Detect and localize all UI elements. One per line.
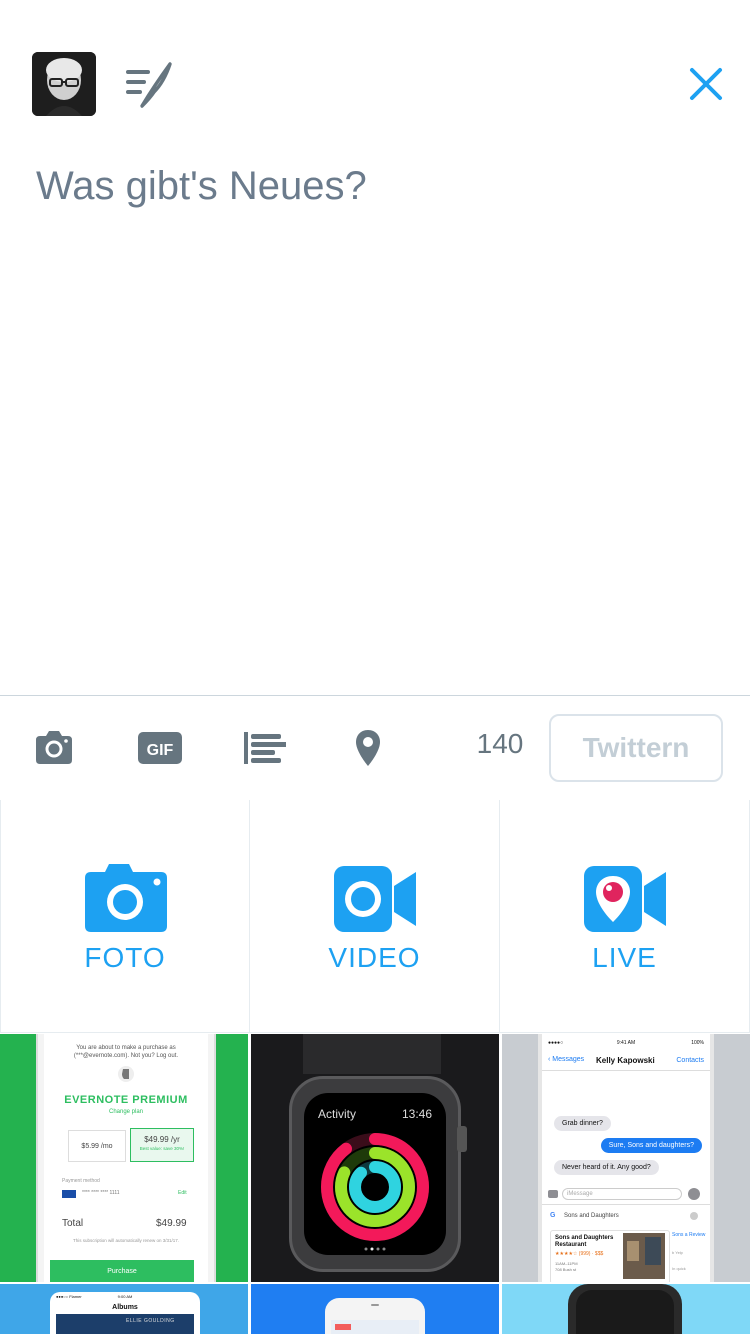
video-camera-icon bbox=[333, 866, 416, 932]
yearly-plan: $49.99 /yr Best value: save 30%! bbox=[130, 1128, 194, 1162]
watch-band-top bbox=[303, 1034, 441, 1074]
activity-title: Activity bbox=[318, 1107, 357, 1121]
payment-method-label: Payment method bbox=[62, 1178, 100, 1184]
evernote-logo-icon bbox=[118, 1066, 134, 1082]
camera-icon bbox=[85, 864, 167, 932]
gallery-thumbnail-watch[interactable]: Activity 13:46 bbox=[251, 1034, 499, 1282]
google-icon: G bbox=[550, 1212, 556, 1219]
edit-card-link: Edit bbox=[178, 1190, 187, 1196]
side-result-title: Sons a Review bbox=[672, 1232, 706, 1238]
albums-title: Albums bbox=[112, 1304, 138, 1311]
media-options-row: FOTO VIDEO LIVE bbox=[0, 800, 750, 1033]
message-outgoing: Sure, Sons and daughters? bbox=[600, 1138, 702, 1153]
message-incoming: Never heard of it. Any good? bbox=[554, 1160, 659, 1175]
video-option[interactable]: VIDEO bbox=[250, 800, 500, 1033]
avatar[interactable] bbox=[32, 52, 96, 116]
purchase-note: You are about to make a purchase as bbox=[76, 1045, 176, 1051]
monthly-plan: $5.99 /mo bbox=[68, 1130, 126, 1162]
gallery-thumbnail-albums[interactable]: ●●●○○ Flamer 9:00 AM Albums ELLIE GOULDI… bbox=[0, 1284, 248, 1334]
conversation-contact: Kelly Kapowski bbox=[596, 1056, 655, 1065]
gallery-thumbnail-messages[interactable]: ●●●●○ 9:41 AM 100% ‹ Messages Kelly Kapo… bbox=[502, 1034, 750, 1282]
compose-header bbox=[0, 0, 750, 140]
best-value-note: Best value: save 30%! bbox=[139, 1146, 185, 1151]
svg-text:GIF: GIF bbox=[147, 742, 174, 759]
renew-note: This subscription will automatically ren… bbox=[72, 1238, 180, 1243]
evernote-title: EVERNOTE PREMIUM bbox=[64, 1094, 188, 1106]
character-counter: 140 bbox=[476, 728, 524, 759]
tweet-button[interactable]: Twittern bbox=[549, 714, 723, 782]
camera-icon bbox=[548, 1190, 558, 1198]
compose-toolbar: GIF 140 Twittern bbox=[0, 695, 750, 801]
album-artist: ELLIE GOULDING bbox=[126, 1318, 175, 1324]
watch-screen: Activity 13:46 bbox=[304, 1093, 446, 1255]
activity-rings bbox=[321, 1133, 429, 1251]
back-to-messages: ‹ Messages bbox=[548, 1056, 585, 1063]
clear-search-icon bbox=[690, 1212, 698, 1220]
gallery-thumbnail-watch-band[interactable] bbox=[502, 1284, 750, 1334]
total-value: $49.99 bbox=[156, 1218, 187, 1229]
gallery-thumbnail-phone[interactable] bbox=[251, 1284, 499, 1334]
side-result-sub: b Yelp bbox=[672, 1250, 683, 1255]
battery-level: 100% bbox=[691, 1040, 704, 1046]
live-label: LIVE bbox=[592, 942, 657, 973]
live-option[interactable]: LIVE bbox=[500, 800, 750, 1033]
status-time: 9:41 AM bbox=[616, 1040, 636, 1046]
tweet-text-input[interactable]: Was gibt's Neues? bbox=[36, 164, 716, 209]
location-pin-icon[interactable] bbox=[354, 724, 382, 772]
card-number: **** **** **** 1111 bbox=[82, 1190, 120, 1196]
watch-time: 13:46 bbox=[401, 1107, 432, 1121]
imessage-input: iMessage bbox=[562, 1188, 682, 1200]
avatar-image bbox=[32, 52, 96, 116]
album-cover: ELLIE GOULDING bbox=[56, 1314, 194, 1334]
camera-icon[interactable] bbox=[32, 724, 76, 772]
gallery-thumbnail-evernote[interactable]: You are about to make a purchase as (***… bbox=[0, 1034, 248, 1282]
photo-label: FOTO bbox=[84, 942, 166, 973]
albums-time: 9:00 AM bbox=[117, 1294, 133, 1299]
back-label: Messages bbox=[552, 1056, 585, 1063]
periscope-live-icon bbox=[583, 866, 666, 932]
dictation-icon bbox=[688, 1188, 700, 1200]
result-title: Sons and Daughters Restaurant bbox=[555, 1235, 614, 1248]
video-label: VIDEO bbox=[328, 942, 421, 973]
change-plan-link: Change plan bbox=[108, 1109, 144, 1115]
search-query: Sons and Daughters bbox=[564, 1213, 619, 1219]
total-label: Total bbox=[62, 1218, 84, 1229]
digital-crown bbox=[457, 1126, 467, 1152]
poll-icon[interactable] bbox=[242, 724, 289, 772]
yearly-price: $49.99 /yr bbox=[144, 1135, 180, 1144]
purchase-button: Purchase bbox=[50, 1260, 194, 1282]
result-hours: 11AM–11PM bbox=[555, 1261, 578, 1266]
side-result-sub2: In quick bbox=[672, 1266, 686, 1271]
contacts-link: Contacts bbox=[676, 1057, 704, 1064]
result-address: 708 Bush st bbox=[555, 1267, 577, 1272]
visa-card-icon bbox=[62, 1190, 76, 1198]
drafts-quill-icon[interactable] bbox=[124, 58, 176, 110]
close-icon[interactable] bbox=[684, 62, 728, 106]
restaurant-photo bbox=[623, 1233, 665, 1279]
watch-case: Activity 13:46 bbox=[289, 1076, 461, 1272]
photo-option[interactable]: FOTO bbox=[0, 800, 250, 1033]
message-incoming: Grab dinner? bbox=[554, 1116, 611, 1131]
gif-icon[interactable]: GIF bbox=[138, 724, 182, 772]
purchase-note-account: (***@evernote.com). Not you? Log out. bbox=[73, 1053, 179, 1059]
result-rating: ★★★★☆ (999) · $$$ bbox=[555, 1251, 604, 1257]
